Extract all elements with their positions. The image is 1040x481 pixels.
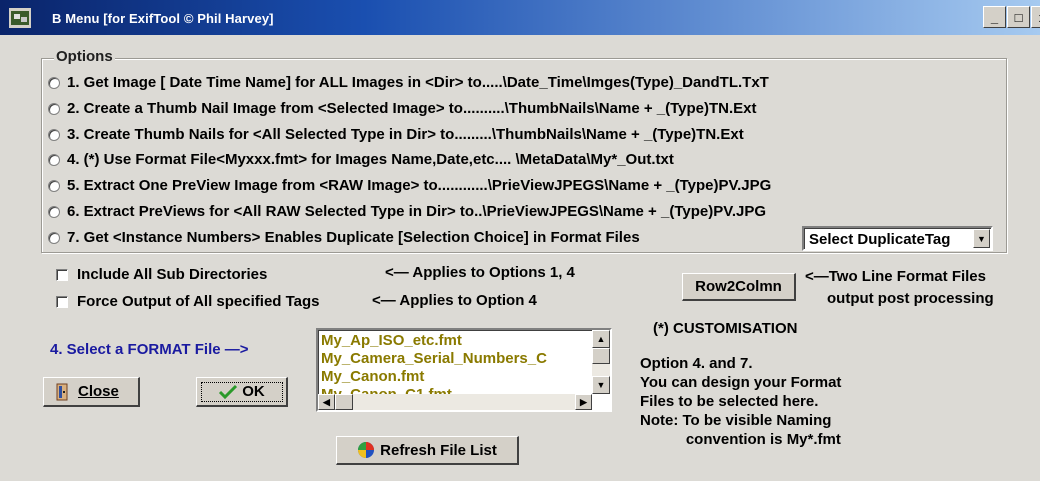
format-file-prompt: 4. Select a FORMAT File —> — [50, 341, 249, 358]
duplicate-tag-select[interactable]: Select DuplicateTag ▼ — [802, 226, 993, 251]
window-title: B Menu [for ExifTool © Phil Harvey] — [52, 11, 274, 26]
duplicate-tag-value: Select DuplicateTag — [809, 231, 951, 248]
refresh-icon — [358, 442, 375, 458]
scroll-thumb[interactable] — [592, 348, 610, 364]
checkbox[interactable] — [56, 268, 68, 281]
scroll-down-icon[interactable]: ▼ — [592, 376, 610, 394]
option-3-radio[interactable]: 3. Create Thumb Nails for <All Selected … — [48, 126, 744, 143]
close-button[interactable]: Close — [43, 377, 140, 407]
radio-button[interactable] — [48, 128, 60, 141]
radio-button[interactable] — [48, 231, 60, 244]
scroll-right-icon[interactable]: ▶ — [575, 394, 592, 410]
exit-door-icon — [56, 383, 68, 400]
app-icon — [9, 8, 31, 28]
option-4-radio[interactable]: 4. (*) Use Format File<Myxxx.fmt> for Im… — [48, 151, 674, 168]
checkmark-icon — [219, 384, 238, 399]
row2colmn-note-line1: <—Two Line Format Files — [805, 268, 986, 285]
row2colmn-note-line2: output post processing — [827, 290, 994, 307]
radio-button[interactable] — [48, 102, 60, 115]
format-file-items: My_Ap_ISO_etc.fmt My_Camera_Serial_Numbe… — [321, 332, 589, 394]
scroll-up-icon[interactable]: ▲ — [592, 330, 610, 348]
refresh-file-list-button[interactable]: Refresh File List — [336, 436, 519, 465]
close-button-label: Close — [78, 383, 119, 400]
maximize-button[interactable]: □ — [1007, 6, 1030, 28]
close-window-button[interactable]: x — [1031, 6, 1040, 28]
format-file-listbox[interactable]: My_Ap_ISO_etc.fmt My_Camera_Serial_Numbe… — [316, 328, 612, 412]
option-7-radio[interactable]: 7. Get <Instance Numbers> Enables Duplic… — [48, 229, 640, 246]
option-6-label: 6. Extract PreViews for <All RAW Selecte… — [67, 203, 767, 220]
horizontal-scrollbar[interactable]: ◀ ▶ — [318, 394, 592, 410]
radio-button[interactable] — [48, 76, 60, 89]
customisation-text: Option 4. and 7. You can design your For… — [640, 355, 842, 448]
option-2-radio[interactable]: 2. Create a Thumb Nail Image from <Selec… — [48, 100, 757, 117]
force-output-checkbox[interactable]: Force Output of All specified Tags — [56, 293, 320, 310]
ok-button-label: OK — [242, 383, 265, 400]
list-item[interactable]: My_Camera_Serial_Numbers_C — [321, 350, 589, 368]
list-item[interactable]: My_Ap_ISO_etc.fmt — [321, 332, 589, 350]
window-controls: _ □ x — [983, 6, 1040, 28]
scroll-left-icon[interactable]: ◀ — [318, 394, 335, 410]
checkbox[interactable] — [56, 295, 68, 308]
scroll-thumb[interactable] — [335, 394, 353, 410]
option-7-label: 7. Get <Instance Numbers> Enables Duplic… — [67, 229, 640, 246]
vertical-scrollbar[interactable]: ▲ ▼ — [592, 330, 610, 394]
refresh-button-label: Refresh File List — [380, 441, 497, 459]
minimize-button[interactable]: _ — [983, 6, 1006, 28]
radio-button[interactable] — [48, 205, 60, 218]
row2colmn-button[interactable]: Row2Colmn — [682, 273, 796, 301]
option-2-label: 2. Create a Thumb Nail Image from <Selec… — [67, 100, 757, 117]
list-item[interactable]: My_Canon_C1.fmt — [321, 386, 589, 394]
force-output-note: <— Applies to Option 4 — [372, 292, 537, 309]
option-3-label: 3. Create Thumb Nails for <All Selected … — [67, 126, 744, 143]
chevron-down-icon[interactable]: ▼ — [973, 229, 990, 248]
option-4-label: 4. (*) Use Format File<Myxxx.fmt> for Im… — [67, 151, 674, 168]
radio-button[interactable] — [48, 179, 60, 192]
option-5-label: 5. Extract One PreView Image from <RAW I… — [67, 177, 772, 194]
options-legend: Options — [54, 48, 115, 65]
title-bar: B Menu [for ExifTool © Phil Harvey] _ □ … — [0, 0, 1040, 35]
include-subdirs-checkbox[interactable]: Include All Sub Directories — [56, 266, 267, 283]
force-output-label: Force Output of All specified Tags — [77, 293, 320, 310]
option-6-radio[interactable]: 6. Extract PreViews for <All RAW Selecte… — [48, 203, 766, 220]
include-subdirs-label: Include All Sub Directories — [77, 266, 268, 283]
option-5-radio[interactable]: 5. Extract One PreView Image from <RAW I… — [48, 177, 771, 194]
list-item[interactable]: My_Canon.fmt — [321, 368, 589, 386]
option-1-radio[interactable]: 1. Get Image [ Date Time Name] for ALL I… — [48, 74, 769, 91]
option-1-label: 1. Get Image [ Date Time Name] for ALL I… — [67, 74, 769, 91]
ok-button[interactable]: OK — [196, 377, 288, 407]
radio-button[interactable] — [48, 153, 60, 166]
include-subdirs-note: <— Applies to Options 1, 4 — [385, 264, 575, 281]
customisation-heading: (*) CUSTOMISATION — [653, 320, 798, 337]
